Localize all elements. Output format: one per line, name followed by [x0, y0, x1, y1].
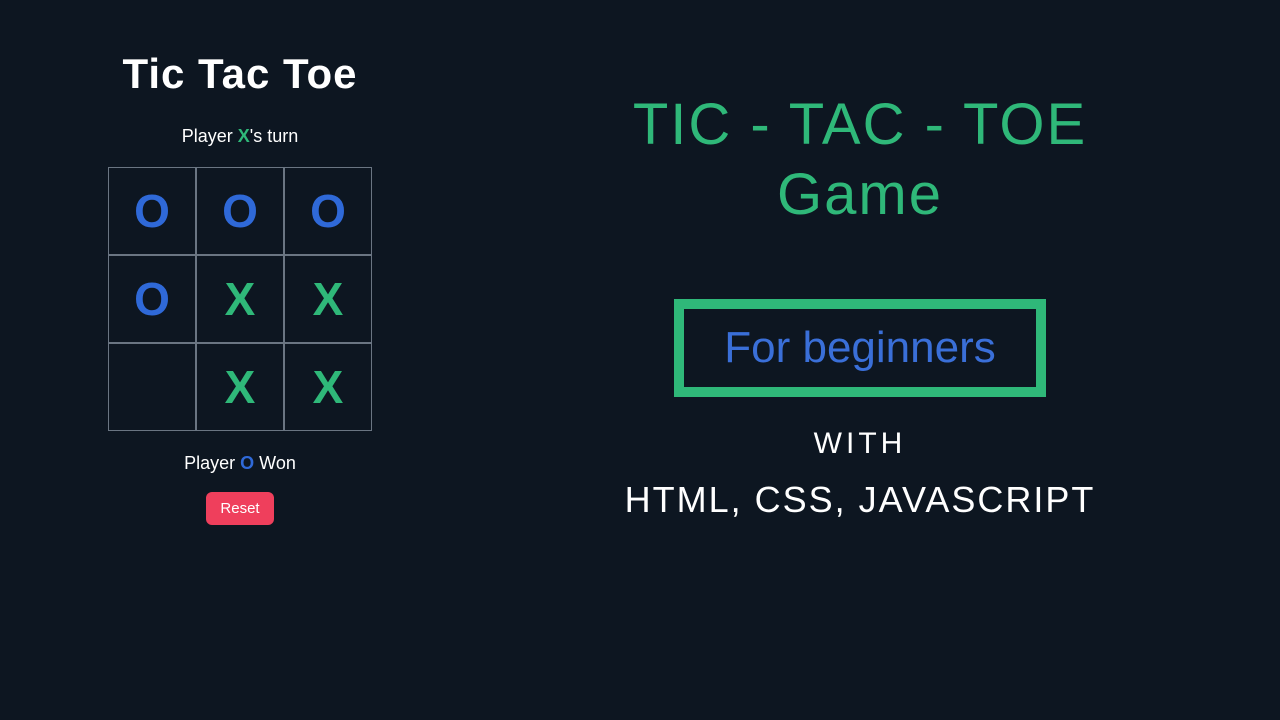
with-text: WITH — [814, 427, 907, 461]
tech-text: HTML, CSS, JAVASCRIPT — [625, 479, 1096, 521]
cell-2-1[interactable]: X — [196, 343, 284, 431]
turn-suffix: 's turn — [250, 126, 298, 146]
result-suffix: Won — [254, 453, 296, 473]
turn-status: Player X's turn — [182, 126, 299, 147]
promo-panel: TIC - TAC - TOE Game For beginners WITH … — [480, 0, 1280, 720]
result-prefix: Player — [184, 453, 240, 473]
promo-title: TIC - TAC - TOE Game — [633, 90, 1087, 229]
promo-title-line2: Game — [633, 160, 1087, 230]
game-panel: Tic Tac Toe Player X's turn O O O O X X … — [0, 0, 480, 720]
cell-0-2[interactable]: O — [284, 167, 372, 255]
beginners-text: For beginners — [724, 323, 995, 373]
cell-0-1[interactable]: O — [196, 167, 284, 255]
turn-player: X — [238, 126, 250, 146]
reset-button[interactable]: Reset — [206, 492, 273, 525]
promo-title-line1: TIC - TAC - TOE — [633, 90, 1087, 160]
result-player: O — [240, 453, 254, 473]
result-status: Player O Won — [184, 453, 296, 474]
game-title: Tic Tac Toe — [122, 50, 357, 98]
cell-1-0[interactable]: O — [108, 255, 196, 343]
cell-2-0[interactable] — [108, 343, 196, 431]
cell-0-0[interactable]: O — [108, 167, 196, 255]
cell-2-2[interactable]: X — [284, 343, 372, 431]
turn-prefix: Player — [182, 126, 238, 146]
game-board: O O O O X X X X — [108, 167, 372, 431]
beginners-box: For beginners — [674, 299, 1045, 397]
cell-1-2[interactable]: X — [284, 255, 372, 343]
cell-1-1[interactable]: X — [196, 255, 284, 343]
